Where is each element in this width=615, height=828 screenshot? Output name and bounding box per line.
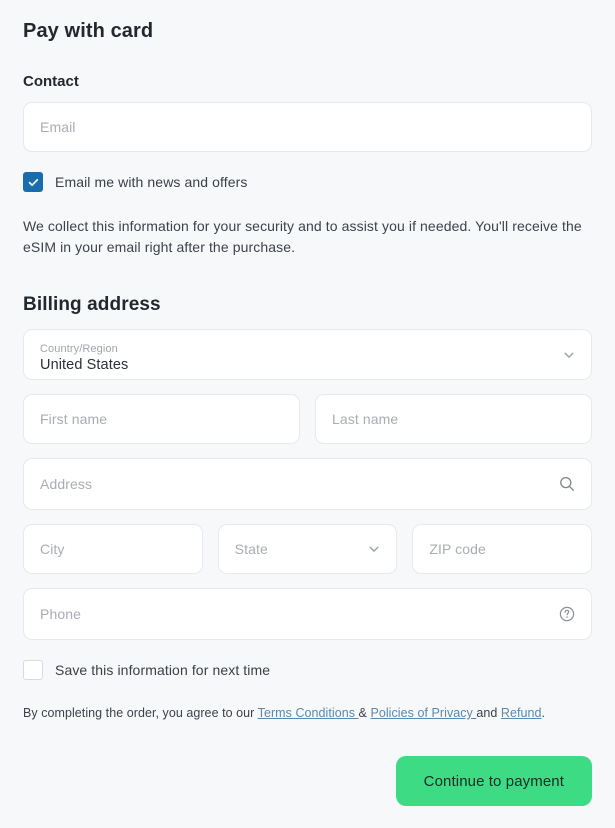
legal-conjunction: and — [476, 706, 501, 720]
address-placeholder: Address — [40, 476, 93, 492]
city-placeholder: City — [40, 541, 65, 557]
last-name-field[interactable]: Last name — [315, 394, 592, 444]
last-name-placeholder: Last name — [332, 411, 399, 427]
billing-address-title: Billing address — [23, 294, 161, 315]
address-field[interactable]: Address — [23, 458, 592, 510]
email-field[interactable]: Email — [23, 102, 592, 152]
phone-field[interactable]: Phone — [23, 588, 592, 640]
contact-info-text: We collect this information for your sec… — [23, 218, 582, 255]
newsletter-checkbox[interactable] — [23, 172, 43, 192]
first-name-placeholder: First name — [40, 411, 108, 427]
refund-link[interactable]: Refund — [501, 706, 542, 720]
chevron-down-icon — [367, 542, 381, 556]
country-region-value: United States — [40, 356, 129, 373]
terms-conditions-link[interactable]: Terms Conditions — [258, 706, 359, 720]
check-icon — [28, 178, 38, 186]
save-info-checkbox[interactable] — [23, 660, 43, 680]
newsletter-checkbox-row[interactable]: Email me with news and offers — [23, 172, 592, 192]
state-select[interactable]: State — [217, 524, 398, 574]
address-row: Address — [23, 458, 592, 510]
chevron-down-icon — [562, 348, 576, 362]
help-circle-icon[interactable] — [558, 605, 576, 623]
zip-code-field[interactable]: ZIP code — [412, 524, 593, 574]
state-placeholder: State — [234, 541, 268, 557]
page-title: Pay with card — [23, 20, 154, 42]
first-name-field[interactable]: First name — [23, 394, 300, 444]
name-row: First name Last name — [23, 394, 592, 444]
contact-section-label: Contact — [23, 73, 79, 90]
newsletter-label: Email me with news and offers — [55, 174, 248, 190]
save-info-label: Save this information for next time — [55, 662, 271, 678]
pay-with-card-page: Pay with card Contact Email Email me wit… — [0, 0, 615, 828]
legal-text: By completing the order, you agree to ou… — [23, 706, 592, 720]
footer-actions: Continue to payment — [23, 756, 592, 806]
email-placeholder: Email — [40, 119, 76, 135]
search-icon[interactable] — [558, 475, 576, 493]
phone-placeholder: Phone — [40, 606, 81, 622]
phone-row: Phone — [23, 588, 592, 640]
city-state-zip-row: City State ZIP code — [23, 524, 593, 574]
city-field[interactable]: City — [23, 524, 203, 574]
zip-code-placeholder: ZIP code — [429, 541, 486, 557]
legal-suffix: . — [541, 706, 546, 720]
continue-to-payment-button[interactable]: Continue to payment — [395, 756, 592, 806]
country-region-select[interactable]: Country/Region United States — [23, 329, 592, 380]
privacy-policies-link[interactable]: Policies of Privacy — [370, 706, 476, 720]
legal-separator: & — [358, 706, 371, 720]
legal-prefix: By completing the order, you agree to ou… — [23, 706, 258, 720]
save-info-checkbox-row[interactable]: Save this information for next time — [23, 660, 592, 680]
country-region-label: Country/Region — [40, 342, 118, 355]
